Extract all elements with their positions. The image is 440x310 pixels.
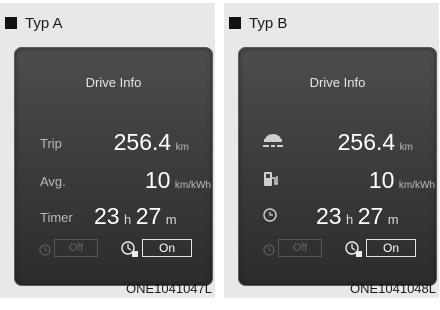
square-bullet-icon bbox=[229, 17, 241, 29]
figure-code: ONE1041048L bbox=[349, 281, 436, 296]
off-button[interactable]: Off bbox=[54, 239, 98, 257]
panel-typ-b: Typ B Drive Info 256.4 km 10 km/kWh 23 h… bbox=[224, 3, 439, 298]
cluster-display: Drive Info 256.4 km 10 km/kWh 23 h 27 m … bbox=[238, 47, 437, 286]
on-button[interactable]: On bbox=[366, 239, 416, 257]
timer-hours: 23 bbox=[94, 203, 120, 229]
trip-value: 256.4 bbox=[337, 129, 396, 155]
screen-title: Drive Info bbox=[85, 75, 142, 90]
car-road-icon bbox=[262, 132, 284, 153]
auto-reset-icon bbox=[38, 241, 52, 262]
square-bullet-icon bbox=[5, 17, 17, 29]
clock-icon bbox=[262, 206, 278, 227]
timer-row: 23 h 27 m bbox=[238, 201, 437, 229]
clock-reset-icon bbox=[120, 240, 140, 263]
timer-hours: 23 bbox=[316, 203, 342, 229]
avg-row: 10 km/kWh bbox=[238, 165, 437, 193]
variant-label: Typ A bbox=[25, 14, 63, 32]
trip-unit: km bbox=[399, 142, 413, 153]
off-button[interactable]: Off bbox=[278, 239, 322, 257]
trip-row: 256.4 km bbox=[238, 127, 437, 155]
trip-row: Trip 256.4 km bbox=[14, 127, 213, 155]
avg-unit: km/kWh bbox=[398, 180, 435, 191]
timer-m-unit: m bbox=[387, 212, 399, 227]
timer-row: Timer 23 h 27 m bbox=[14, 201, 213, 229]
trip-label: Trip bbox=[40, 136, 62, 151]
timer-h-unit: h bbox=[346, 212, 354, 227]
timer-minutes: 27 bbox=[135, 203, 162, 229]
figure-code: ONE1041047L bbox=[125, 281, 212, 296]
variant-heading: Typ B bbox=[224, 13, 287, 33]
auto-reset-icon bbox=[262, 241, 276, 262]
avg-label: Avg. bbox=[40, 174, 66, 189]
trip-value: 256.4 bbox=[113, 129, 172, 155]
trip-unit: km bbox=[175, 142, 189, 153]
panel-typ-a: Typ A Drive Info Trip 256.4 km Avg. 10 k… bbox=[0, 3, 215, 298]
variant-label: Typ B bbox=[249, 14, 288, 32]
avg-value: 10 bbox=[368, 167, 395, 193]
avg-unit: km/kWh bbox=[174, 180, 211, 191]
timer-minutes: 27 bbox=[357, 203, 384, 229]
timer-label: Timer bbox=[40, 210, 73, 225]
reset-controls: Off On bbox=[238, 239, 437, 261]
screen-title: Drive Info bbox=[309, 75, 366, 90]
timer-h-unit: h bbox=[124, 212, 132, 227]
reset-controls: Off On bbox=[14, 239, 213, 261]
avg-row: Avg. 10 km/kWh bbox=[14, 165, 213, 193]
cluster-display: Drive Info Trip 256.4 km Avg. 10 km/kWh … bbox=[14, 47, 213, 286]
on-button[interactable]: On bbox=[142, 239, 192, 257]
avg-value: 10 bbox=[144, 167, 171, 193]
variant-heading: Typ A bbox=[0, 13, 63, 33]
timer-m-unit: m bbox=[165, 212, 177, 227]
charging-station-icon bbox=[262, 170, 280, 193]
clock-reset-icon bbox=[344, 240, 364, 263]
